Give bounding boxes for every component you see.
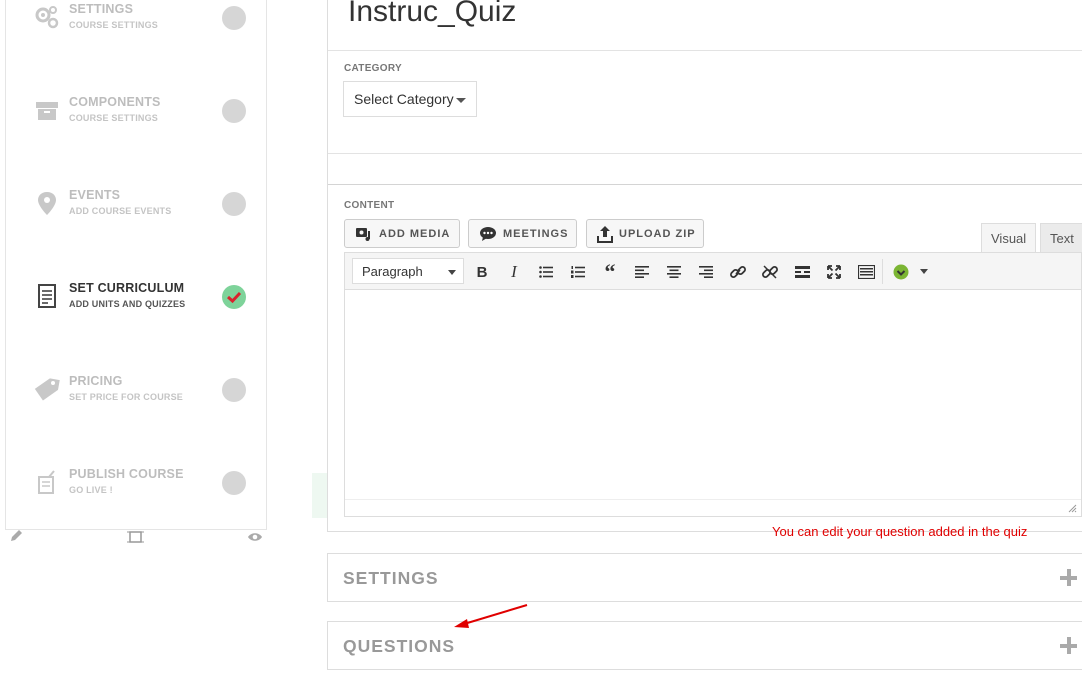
- rich-text-editor: Paragraph B I “: [344, 252, 1082, 517]
- caret-down-icon: [448, 270, 456, 275]
- decorative-strip: [312, 473, 327, 518]
- format-select[interactable]: Paragraph: [352, 258, 464, 284]
- step-status-dot: [222, 192, 246, 216]
- add-media-button[interactable]: ADD MEDIA: [344, 219, 460, 248]
- upload-icon: [597, 225, 613, 243]
- archive-icon: [34, 97, 60, 123]
- resize-icon[interactable]: [126, 529, 146, 550]
- toolbar-toggle-icon[interactable]: [856, 262, 876, 282]
- step-title: PUBLISH COURSE: [69, 467, 184, 481]
- chat-bubble-icon: [480, 226, 496, 241]
- step-subtitle: GO LIVE !: [69, 485, 113, 495]
- content-label: CONTENT: [344, 200, 395, 211]
- step-title: COMPONENTS: [69, 95, 161, 109]
- caret-down-icon: [456, 98, 466, 103]
- course-steps-sidebar: SETTINGS COURSE SETTINGS COMPONENTS COUR…: [5, 0, 267, 530]
- divider: [328, 184, 1082, 185]
- step-subtitle: ADD COURSE EVENTS: [69, 206, 172, 216]
- align-center-icon[interactable]: [664, 262, 684, 282]
- bullet-list-icon[interactable]: [536, 262, 556, 282]
- step-subtitle: COURSE SETTINGS: [69, 20, 159, 30]
- step-subtitle: COURSE SETTINGS: [69, 113, 159, 123]
- annotation-note: You can edit your question added in the …: [772, 524, 1028, 539]
- editor-status-bar: [345, 499, 1081, 516]
- align-left-icon[interactable]: [632, 262, 652, 282]
- step-settings[interactable]: SETTINGS COURSE SETTINGS: [6, 2, 266, 62]
- meetings-button[interactable]: MEETINGS: [468, 219, 577, 248]
- blockquote-icon[interactable]: “: [600, 259, 620, 284]
- upload-zip-label: UPLOAD ZIP: [619, 227, 696, 240]
- plus-icon[interactable]: [1060, 637, 1078, 655]
- divider: [328, 50, 1082, 51]
- accordion-title: SETTINGS: [343, 568, 439, 588]
- step-subtitle: ADD UNITS AND QUIZZES: [69, 299, 186, 309]
- questions-accordion[interactable]: QUESTIONS: [327, 621, 1082, 670]
- plus-icon[interactable]: [1060, 569, 1078, 587]
- caret-down-icon[interactable]: [914, 262, 934, 282]
- step-components[interactable]: COMPONENTS COURSE SETTINGS: [6, 95, 266, 155]
- toolbar-separator: [882, 259, 883, 284]
- step-status-dot: [222, 378, 246, 402]
- step-status-dot: [222, 99, 246, 123]
- publish-icon: [34, 469, 60, 495]
- align-right-icon[interactable]: [696, 262, 716, 282]
- italic-icon[interactable]: I: [504, 262, 524, 282]
- bold-icon[interactable]: B: [472, 262, 492, 282]
- step-subtitle: SET PRICE FOR COURSE: [69, 392, 184, 402]
- numbered-list-icon[interactable]: [568, 262, 588, 282]
- editor-content-area[interactable]: [345, 290, 1081, 500]
- step-status-dot: [222, 6, 246, 30]
- sidebar-tools: [0, 529, 270, 549]
- fullscreen-icon[interactable]: [824, 262, 844, 282]
- step-events[interactable]: EVENTS ADD COURSE EVENTS: [6, 188, 266, 248]
- step-status-dot: [222, 285, 246, 309]
- pencil-icon[interactable]: [9, 529, 23, 548]
- price-tag-icon: [34, 376, 60, 402]
- document-icon: [34, 283, 60, 309]
- accordion-title: QUESTIONS: [343, 636, 456, 656]
- category-select[interactable]: Select Category: [343, 81, 477, 117]
- tab-text[interactable]: Text: [1040, 223, 1082, 253]
- eye-icon[interactable]: [247, 530, 263, 548]
- map-pin-icon: [34, 190, 60, 216]
- step-status-dot: [222, 471, 246, 495]
- resize-handle-icon[interactable]: [1068, 504, 1077, 513]
- check-icon: [227, 291, 242, 304]
- category-label: CATEGORY: [344, 63, 402, 74]
- step-title: SETTINGS: [69, 2, 134, 16]
- quiz-edit-panel: Instruc_Quiz CATEGORY Select Category CO…: [327, 0, 1082, 532]
- format-select-value: Paragraph: [362, 264, 423, 279]
- category-select-value: Select Category: [354, 91, 454, 107]
- gears-icon: [34, 4, 60, 30]
- tab-visual[interactable]: Visual: [981, 223, 1037, 253]
- annotation-arrow-icon: [454, 604, 528, 628]
- add-media-label: ADD MEDIA: [379, 227, 451, 240]
- step-title: PRICING: [69, 374, 123, 388]
- unlink-icon[interactable]: [760, 262, 780, 282]
- page-title: Instruc_Quiz: [348, 0, 517, 28]
- link-icon[interactable]: [728, 262, 748, 282]
- settings-accordion[interactable]: SETTINGS: [327, 553, 1082, 602]
- step-pricing[interactable]: PRICING SET PRICE FOR COURSE: [6, 374, 266, 434]
- media-icon: [356, 227, 370, 241]
- read-more-icon[interactable]: [792, 262, 812, 282]
- step-title: SET CURRICULUM: [69, 281, 185, 295]
- plugin-icon[interactable]: [891, 262, 911, 282]
- step-set-curriculum[interactable]: SET CURRICULUM ADD UNITS AND QUIZZES: [6, 281, 266, 341]
- meetings-label: MEETINGS: [503, 227, 569, 240]
- editor-toolbar: Paragraph B I “: [345, 253, 1081, 290]
- step-publish-course[interactable]: PUBLISH COURSE GO LIVE !: [6, 467, 266, 527]
- upload-zip-button[interactable]: UPLOAD ZIP: [586, 219, 704, 248]
- divider: [328, 153, 1082, 154]
- step-title: EVENTS: [69, 188, 121, 202]
